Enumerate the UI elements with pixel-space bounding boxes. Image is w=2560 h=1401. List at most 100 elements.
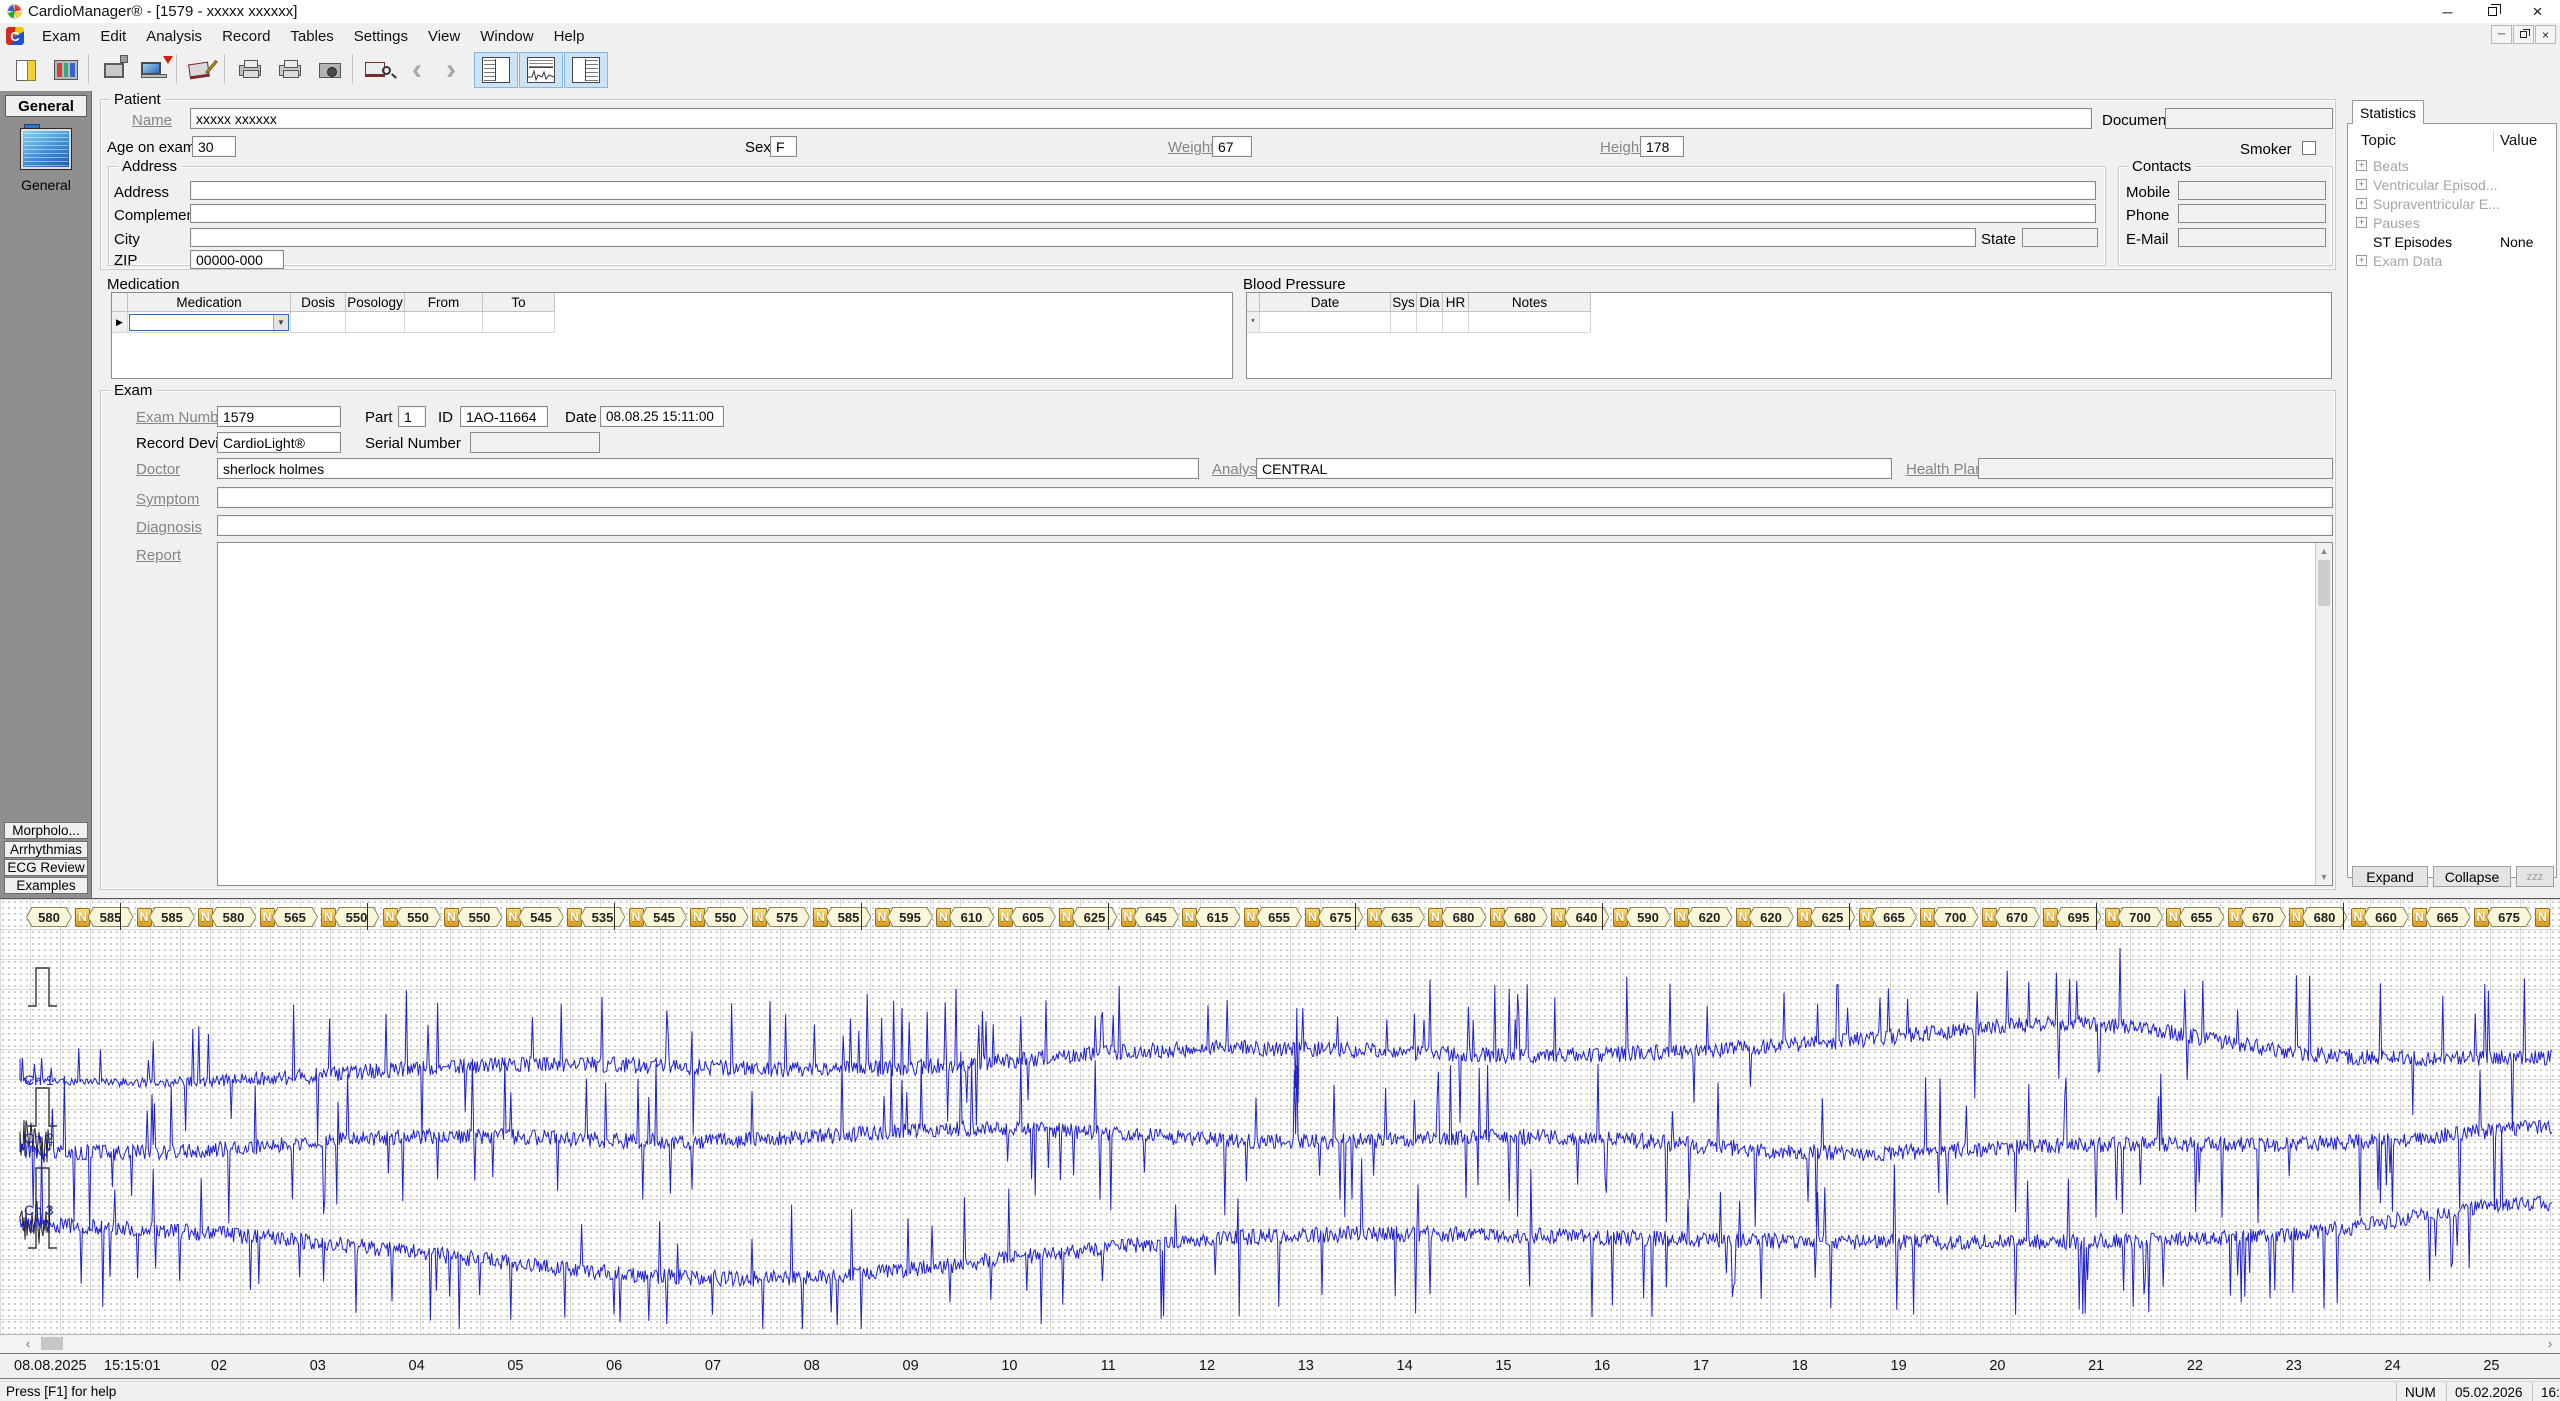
previous-icon[interactable]: ‹ xyxy=(402,53,432,87)
rr-interval-badge[interactable]: 620N xyxy=(1748,907,1812,927)
rr-interval-badge[interactable]: 675N xyxy=(2486,907,2550,927)
scroll-right-icon[interactable]: › xyxy=(2542,1336,2558,1351)
rr-interval-badge[interactable]: 565N xyxy=(272,907,336,927)
symptom-label[interactable]: Symptom xyxy=(136,491,199,508)
sex-field[interactable]: F xyxy=(770,136,797,157)
layout-detail-icon[interactable] xyxy=(564,52,608,88)
analyst-label[interactable]: Analyst xyxy=(1212,461,1261,478)
sidebar-button-ecgreview[interactable]: ECG Review xyxy=(4,859,88,876)
report-label[interactable]: Report xyxy=(136,547,181,564)
tree-expand-icon[interactable]: + xyxy=(2356,255,2367,266)
report-scroll-down-icon[interactable]: ▼ xyxy=(2316,869,2332,885)
general-folder-icon[interactable] xyxy=(20,128,72,170)
doctor-field[interactable]: sherlock holmes xyxy=(217,458,1199,479)
sign-report-icon[interactable] xyxy=(184,53,220,87)
doctor-label[interactable]: Doctor xyxy=(136,461,180,478)
stats-item-beats[interactable]: +Beats xyxy=(2348,156,2556,175)
rr-interval-badge[interactable]: 670N xyxy=(2240,907,2304,927)
rr-interval-badge[interactable]: 585N xyxy=(149,907,213,927)
menu-item-tables[interactable]: Tables xyxy=(280,25,343,48)
rr-interval-badge[interactable]: 670N xyxy=(1994,907,2058,927)
rr-interval-badge[interactable]: 675N xyxy=(1318,907,1382,927)
rr-interval-badge[interactable]: 635N xyxy=(1379,907,1443,927)
exam-date-field[interactable]: 08.08.25 15:11:00 xyxy=(600,406,724,427)
sidebar-button-examples[interactable]: Examples xyxy=(4,877,88,894)
next-icon[interactable]: › xyxy=(436,53,466,87)
serial-number-field[interactable] xyxy=(470,432,600,453)
smoker-checkbox[interactable] xyxy=(2302,141,2316,155)
menu-item-analysis[interactable]: Analysis xyxy=(136,25,212,48)
beat-annotation-badge[interactable]: N xyxy=(2535,908,2550,927)
medication-combo[interactable]: ▼ xyxy=(129,314,289,331)
menu-item-window[interactable]: Window xyxy=(470,25,543,48)
column-header-from[interactable]: From xyxy=(405,293,483,312)
rr-interval-badge[interactable]: 660N xyxy=(2363,907,2427,927)
cell-from[interactable] xyxy=(405,312,483,333)
send-to-pc-icon[interactable] xyxy=(96,53,132,87)
rr-interval-badge[interactable]: 550N xyxy=(457,907,521,927)
phone-field[interactable] xyxy=(2178,204,2326,223)
rr-interval-badge[interactable]: 665N xyxy=(2425,907,2489,927)
layout-list-icon[interactable] xyxy=(474,52,518,88)
rr-interval-badge[interactable]: 590N xyxy=(1625,907,1689,927)
diagnosis-label[interactable]: Diagnosis xyxy=(136,519,202,536)
tree-expand-icon[interactable]: + xyxy=(2356,198,2367,209)
city-field[interactable] xyxy=(190,228,1976,247)
record-device-field[interactable]: CardioLight® xyxy=(217,432,341,453)
column-header-medication[interactable]: Medication xyxy=(128,293,291,312)
rr-interval-badge[interactable]: 645N xyxy=(1133,907,1197,927)
column-header-notes[interactable]: Notes xyxy=(1469,293,1591,312)
rr-interval-badge[interactable]: 615N xyxy=(1195,907,1259,927)
column-header-date[interactable]: Date xyxy=(1260,293,1391,312)
document-field[interactable] xyxy=(2165,108,2333,129)
review-book-icon[interactable] xyxy=(360,53,396,87)
expand-button[interactable]: Expand xyxy=(2352,866,2428,887)
rr-interval-badge[interactable]: 680N xyxy=(1441,907,1505,927)
tree-expand-icon[interactable]: + xyxy=(2356,160,2367,171)
rr-interval-badge[interactable]: 605N xyxy=(1010,907,1074,927)
ecg-strip[interactable]: 580N585N585N580N565N550N550N550N545N535N… xyxy=(0,898,2560,1334)
rr-interval-badge[interactable]: 680N xyxy=(1502,907,1566,927)
rr-interval-badge[interactable]: 580N xyxy=(26,907,90,927)
weight-field[interactable]: 67 xyxy=(1212,136,1252,157)
minimize-button[interactable]: ─ xyxy=(2425,0,2470,23)
stats-item-supraventriculare[interactable]: +Supraventricular E... xyxy=(2348,194,2556,213)
zzz-button[interactable]: zzz xyxy=(2516,866,2554,887)
rr-interval-badge[interactable]: 700N xyxy=(2117,907,2181,927)
mdi-restore-button[interactable] xyxy=(2513,25,2534,44)
zip-field[interactable]: 00000-000 xyxy=(190,250,284,269)
cell-posology[interactable] xyxy=(346,312,405,333)
menu-item-record[interactable]: Record xyxy=(212,25,280,48)
exam-number-field[interactable]: 1579 xyxy=(217,406,341,427)
rr-interval-badge[interactable]: 700N xyxy=(1933,907,1997,927)
cell-to[interactable] xyxy=(483,312,555,333)
report-field[interactable] xyxy=(217,542,2333,886)
name-field[interactable]: xxxxx xxxxxx xyxy=(190,108,2092,129)
open-archive-icon[interactable] xyxy=(48,53,84,87)
age-field[interactable]: 30 xyxy=(192,136,236,157)
column-header-sys[interactable]: Sys xyxy=(1391,293,1417,312)
layout-ecg-icon[interactable] xyxy=(519,52,563,88)
statistics-tab[interactable]: Statistics xyxy=(2352,100,2424,124)
column-header-dia[interactable]: Dia xyxy=(1417,293,1443,312)
rr-interval-badge[interactable]: 580N xyxy=(211,907,275,927)
tree-expand-icon[interactable]: + xyxy=(2356,217,2367,228)
rr-interval-badge[interactable]: 640N xyxy=(1564,907,1628,927)
new-exam-icon[interactable] xyxy=(8,53,44,87)
report-scroll-up-icon[interactable]: ▲ xyxy=(2316,543,2332,559)
email-field[interactable] xyxy=(2178,228,2326,247)
rr-interval-badge[interactable]: 665N xyxy=(1871,907,1935,927)
address-field[interactable] xyxy=(190,181,2096,200)
rr-interval-badge[interactable]: 585N xyxy=(826,907,890,927)
rr-interval-badge[interactable]: 610N xyxy=(949,907,1013,927)
rr-interval-badge[interactable]: 695N xyxy=(2056,907,2120,927)
analyst-field[interactable]: CENTRAL xyxy=(1256,458,1892,479)
menu-item-view[interactable]: View xyxy=(418,25,470,48)
collapse-button[interactable]: Collapse xyxy=(2433,866,2511,887)
report-scroll-thumb[interactable] xyxy=(2318,560,2330,606)
mdi-minimize-button[interactable]: ─ xyxy=(2491,25,2512,44)
sidebar-tab-general[interactable]: General xyxy=(5,95,87,117)
state-field[interactable] xyxy=(2022,228,2098,247)
rr-interval-badge[interactable]: 680N xyxy=(2302,907,2366,927)
stats-item-pauses[interactable]: +Pauses xyxy=(2348,213,2556,232)
